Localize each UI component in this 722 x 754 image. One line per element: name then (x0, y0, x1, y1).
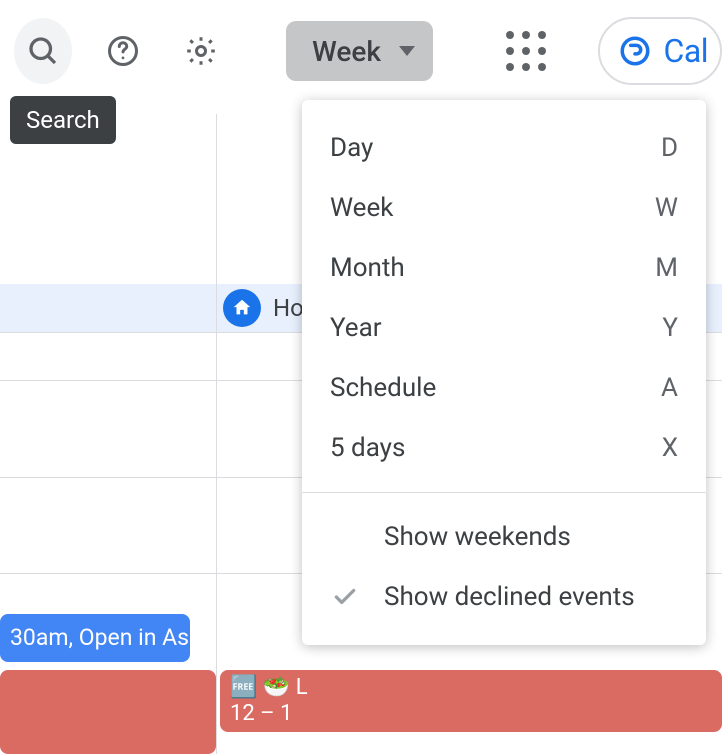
menu-label: Schedule (330, 373, 436, 403)
calendly-icon (618, 34, 652, 68)
calendly-button[interactable]: Cal (598, 17, 722, 85)
settings-button[interactable] (172, 18, 230, 84)
home-icon (223, 289, 261, 327)
search-button[interactable] (14, 18, 72, 84)
menu-label: Week (330, 193, 393, 223)
event-red-right-title: 🆓 🥗 L (230, 675, 712, 701)
menu-shortcut: X (662, 433, 678, 463)
view-switcher-label: Week (312, 35, 381, 68)
menu-label: Year (330, 313, 382, 343)
gear-icon (183, 33, 219, 69)
chevron-down-icon (399, 46, 415, 56)
menu-shortcut: A (661, 373, 678, 403)
menu-item-year[interactable]: Year Y (302, 298, 706, 358)
menu-label: Day (330, 133, 373, 163)
event-blue[interactable]: 30am, Open in Asa (0, 614, 190, 662)
menu-item-week[interactable]: Week W (302, 178, 706, 238)
menu-shortcut: Y (662, 313, 678, 343)
menu-item-show-declined[interactable]: Show declined events (302, 567, 706, 627)
menu-label: Month (330, 253, 405, 283)
view-menu: Day D Week W Month M Year Y Schedule A 5… (302, 100, 706, 645)
apps-button[interactable] (505, 27, 548, 75)
toolbar: Week Cal (0, 0, 722, 102)
menu-label: 5 days (330, 433, 405, 463)
check-icon (330, 584, 360, 610)
help-button[interactable] (94, 18, 152, 84)
menu-label: Show weekends (384, 522, 571, 552)
help-icon (105, 33, 141, 69)
search-icon (25, 33, 61, 69)
home-chip[interactable]: Hor (223, 289, 312, 327)
event-red-left[interactable] (0, 670, 216, 754)
menu-shortcut: W (655, 193, 678, 223)
calendly-label: Cal (664, 32, 709, 70)
menu-item-month[interactable]: Month M (302, 238, 706, 298)
view-switcher[interactable]: Week (286, 21, 433, 81)
menu-shortcut: M (655, 253, 678, 283)
apps-grid-icon (506, 31, 546, 71)
menu-label: Show declined events (384, 582, 635, 612)
event-blue-label: 30am, Open in Asa (10, 624, 190, 651)
event-red-right[interactable]: 🆓 🥗 L 12 – 1 (220, 670, 722, 732)
event-red-right-time: 12 – 1 (230, 701, 712, 727)
menu-item-schedule[interactable]: Schedule A (302, 358, 706, 418)
menu-separator (302, 492, 706, 493)
menu-item-show-weekends[interactable]: Show weekends (302, 507, 706, 567)
menu-item-5days[interactable]: 5 days X (302, 418, 706, 478)
menu-item-day[interactable]: Day D (302, 118, 706, 178)
menu-shortcut: D (661, 133, 678, 163)
